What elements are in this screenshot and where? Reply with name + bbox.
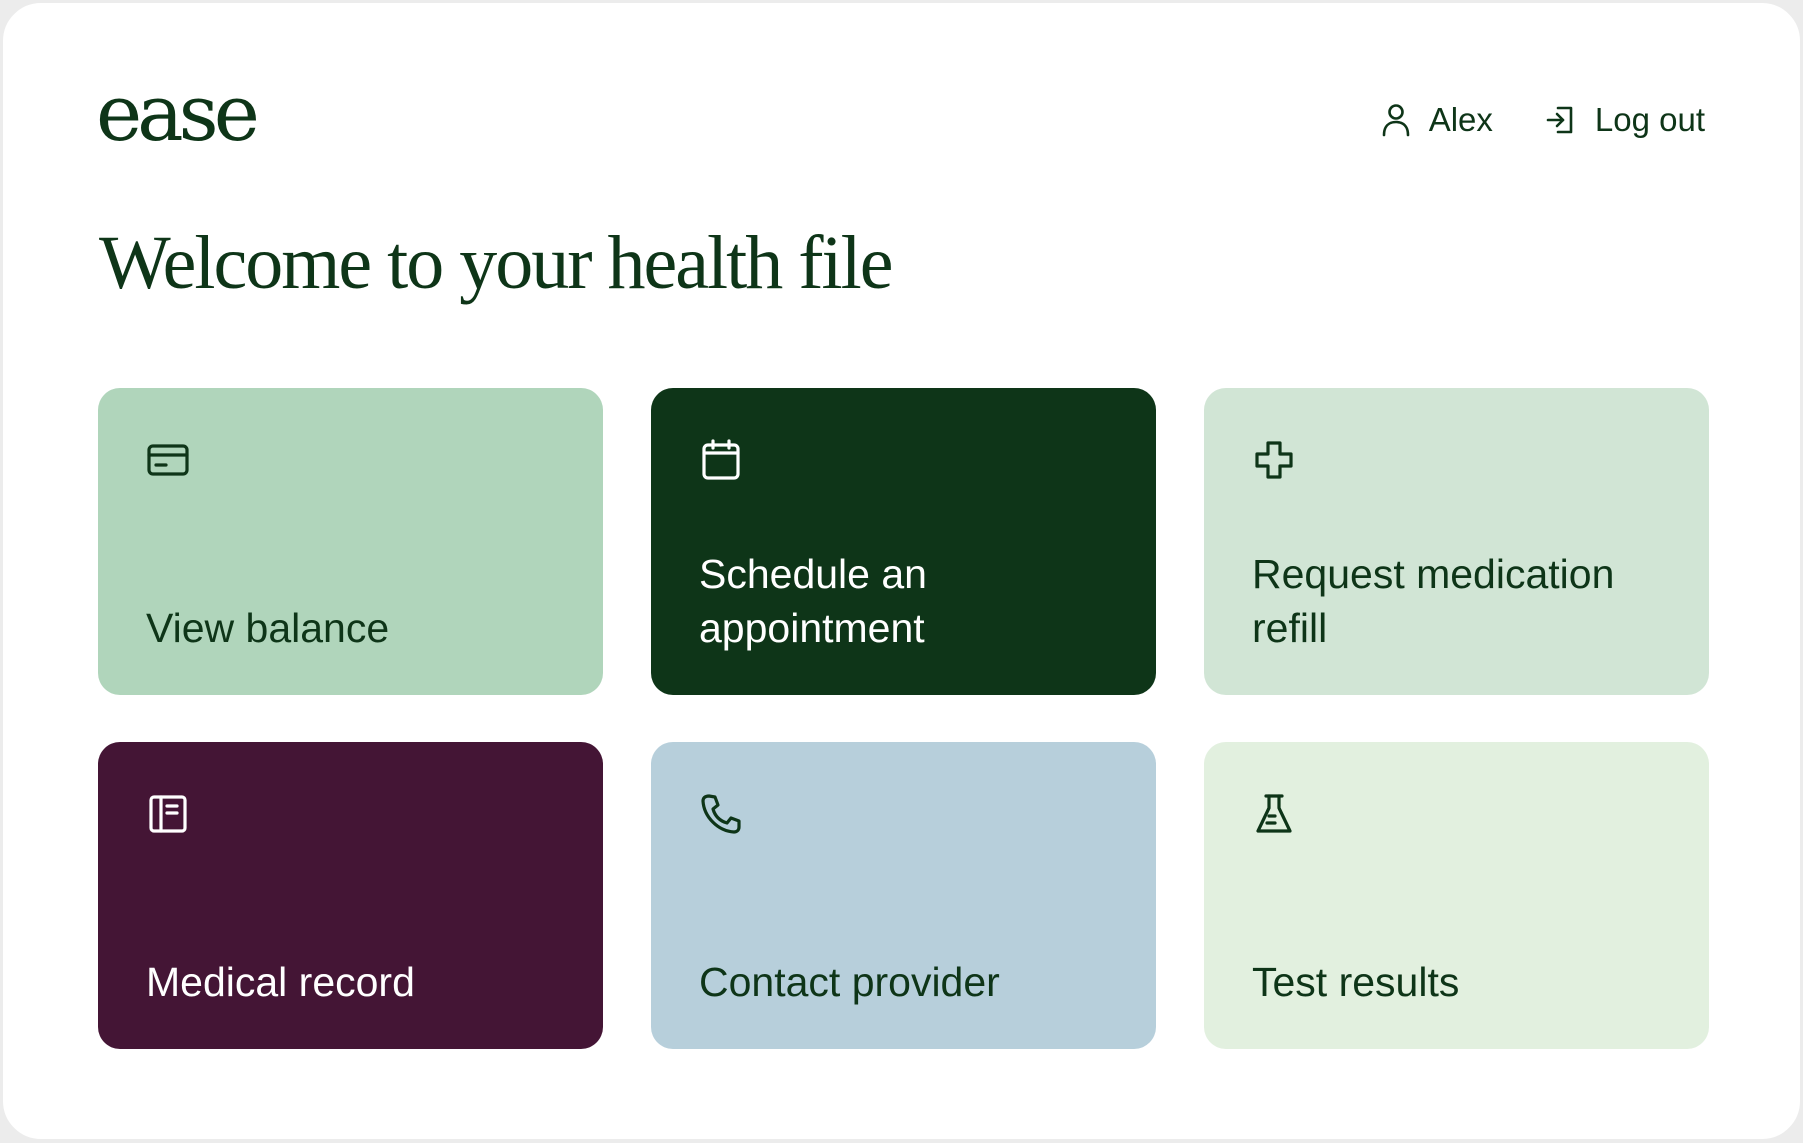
page-title: Welcome to your health file — [99, 221, 893, 305]
calendar-icon — [702, 439, 740, 480]
credit-card-icon — [147, 444, 189, 476]
logout-label: Log out — [1594, 101, 1705, 138]
tile-label: Contact provider — [699, 959, 1000, 1005]
tile-schedule-appointment[interactable]: Schedule an appointment — [651, 388, 1156, 695]
logout-icon — [1546, 106, 1573, 134]
tile-label: View balance — [146, 605, 390, 651]
tile-label: Medical record — [146, 959, 415, 1005]
header-nav: Alex Log out — [1381, 101, 1705, 139]
user-icon — [1382, 104, 1409, 137]
user-name: Alex — [1428, 101, 1493, 138]
logout-button[interactable]: Log out — [1545, 101, 1705, 139]
phone-icon — [701, 794, 741, 834]
medical-cross-icon — [1255, 441, 1293, 479]
user-profile-link[interactable]: Alex — [1381, 101, 1493, 139]
tile-request-medication-refill[interactable]: Request medication refill — [1204, 388, 1709, 695]
tile-view-balance[interactable]: View balance — [98, 388, 603, 695]
tile-label: Request medication refill — [1252, 551, 1615, 651]
tile-medical-record[interactable]: Medical record — [98, 742, 603, 1049]
record-book-icon — [149, 795, 187, 833]
tile-test-results[interactable]: Test results — [1204, 742, 1709, 1049]
tile-label: Schedule an appointment — [699, 551, 927, 651]
app-window: ease Alex Log out Welcome to your health… — [1, 1, 1802, 1141]
flask-icon — [1256, 794, 1292, 833]
tile-contact-provider[interactable]: Contact provider — [651, 742, 1156, 1049]
action-tiles-grid: View balance Schedule an appointment Req… — [98, 388, 1709, 1049]
tile-label: Test results — [1252, 959, 1460, 1005]
ease-logo[interactable]: ease — [96, 75, 260, 153]
